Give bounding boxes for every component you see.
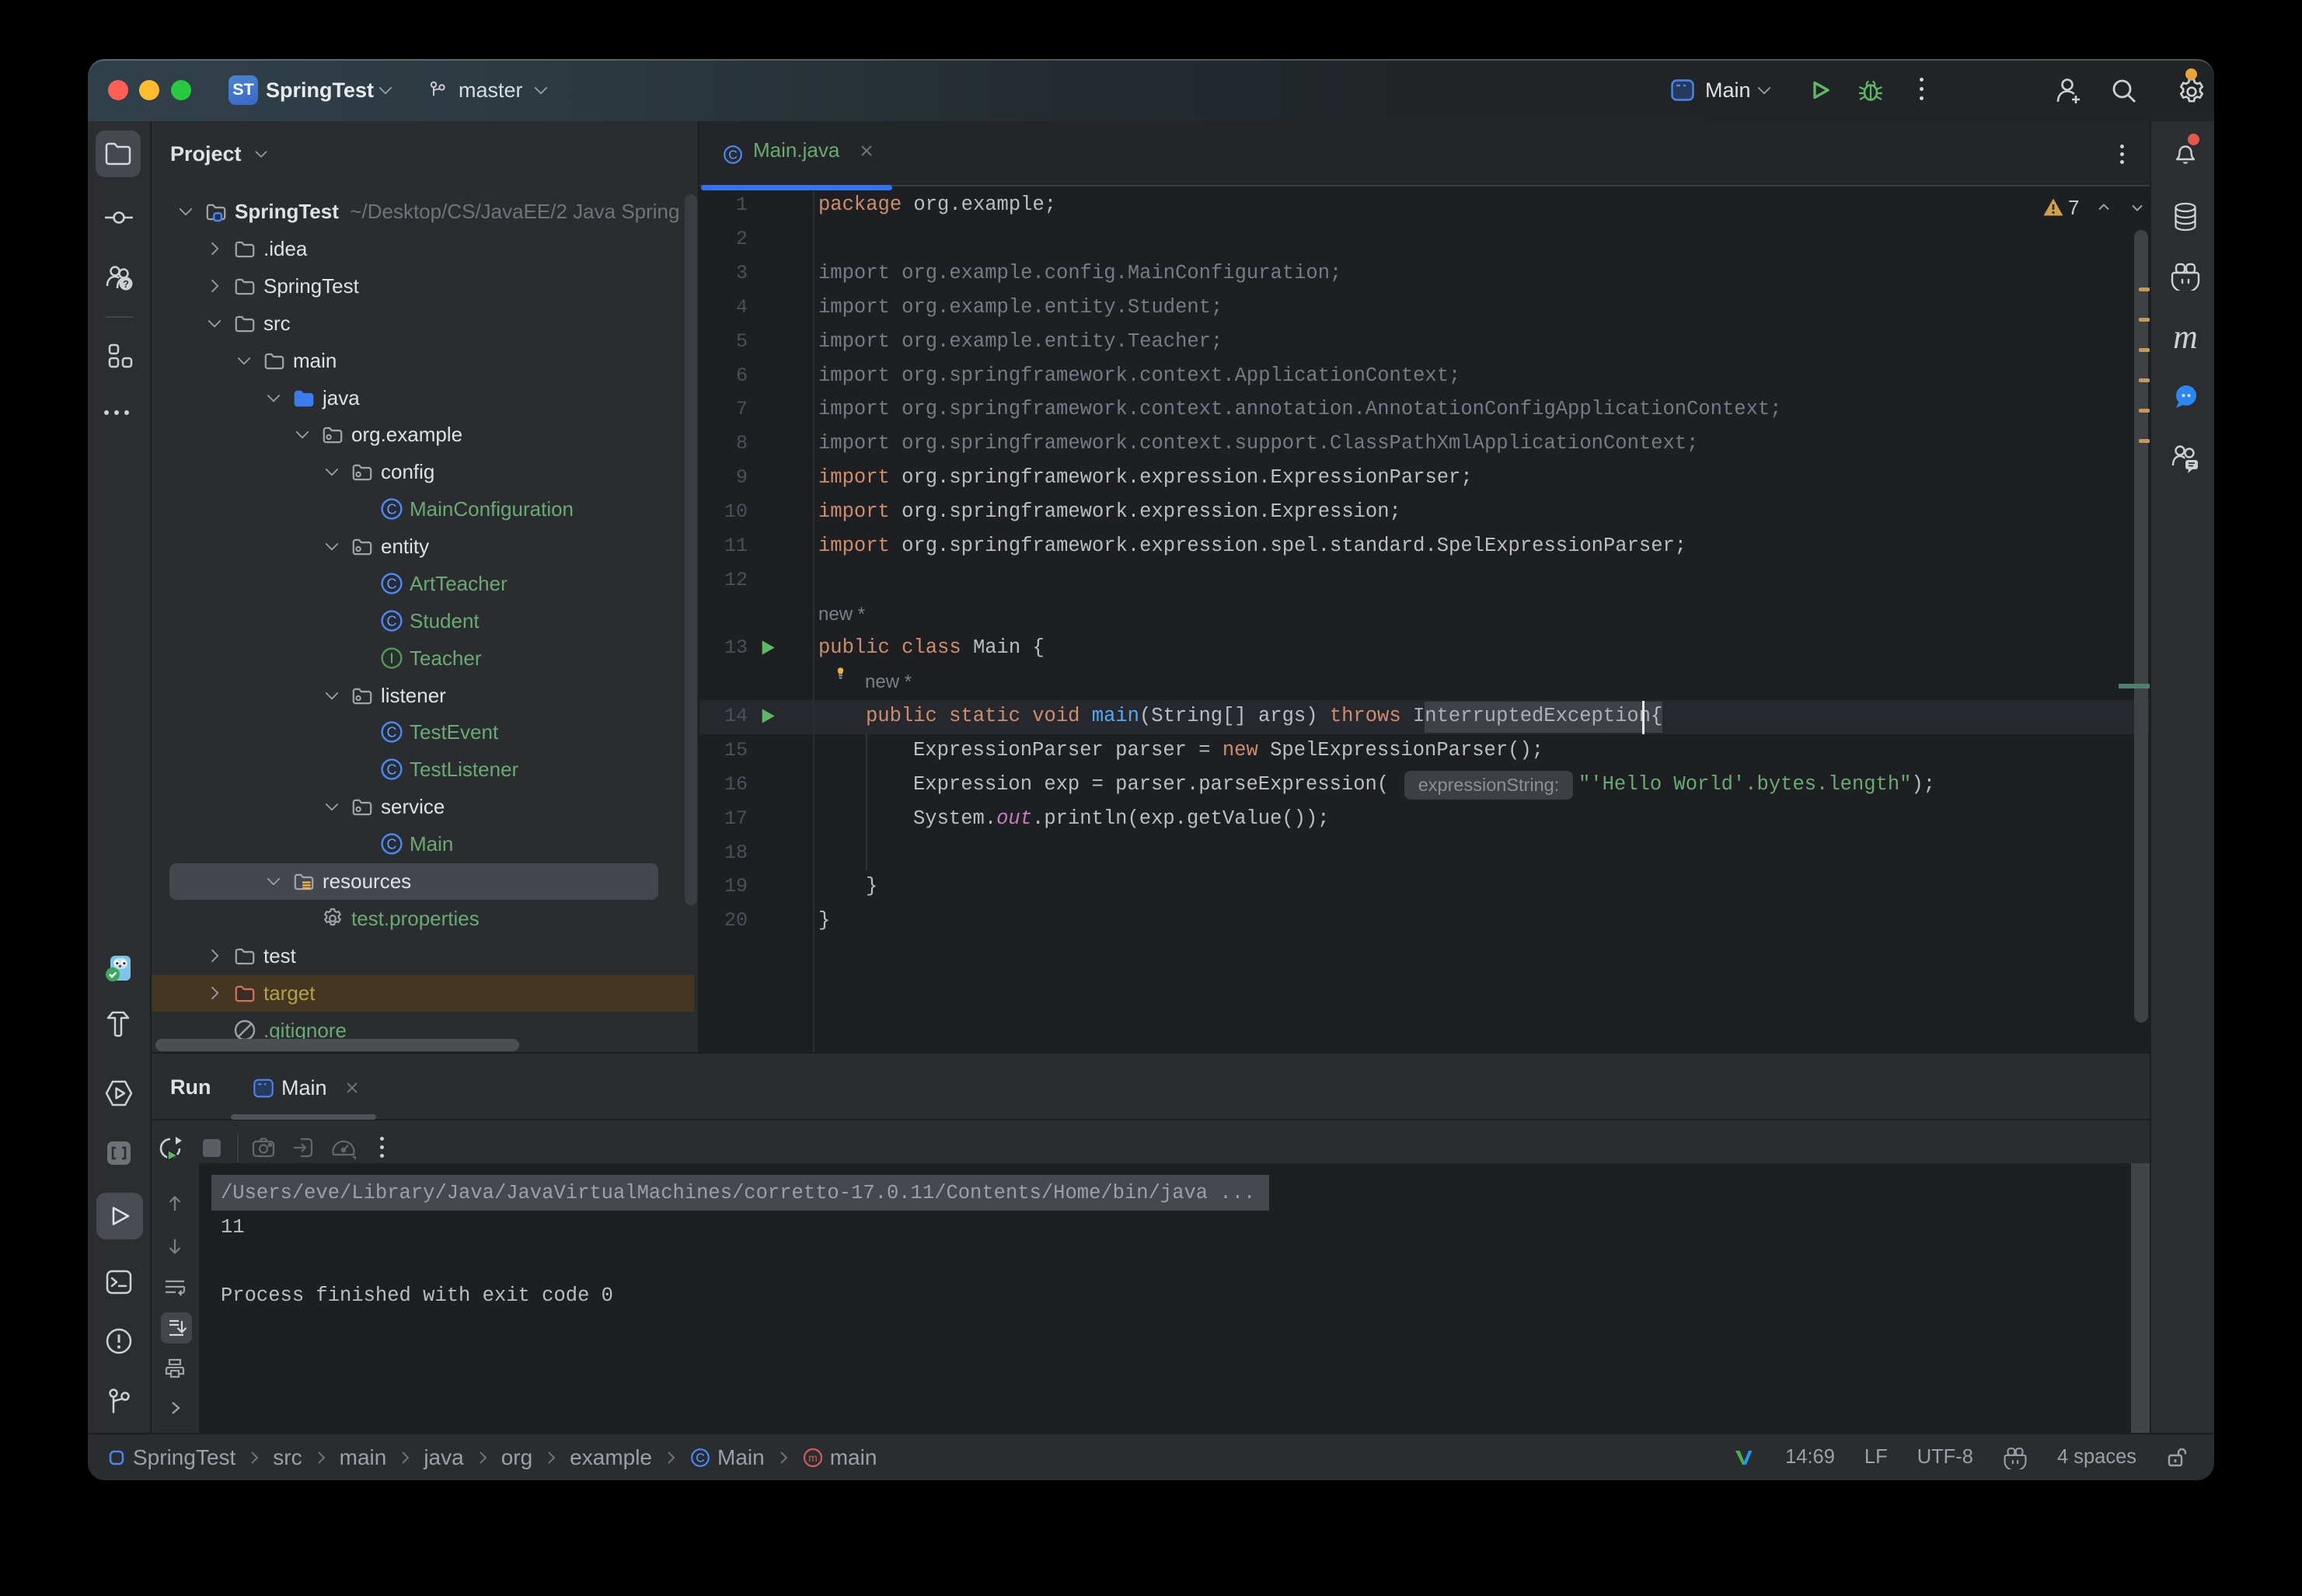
svg-text:m: m — [808, 1451, 818, 1464]
svg-text:?: ? — [123, 278, 129, 290]
